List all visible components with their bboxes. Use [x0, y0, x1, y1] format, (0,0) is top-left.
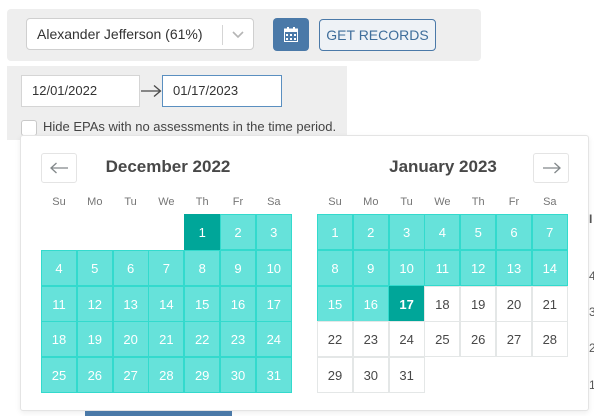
hide-epas-checkbox[interactable]: [21, 120, 37, 136]
weekday-label: Mo: [87, 196, 103, 208]
day-cell-january-8[interactable]: 8: [317, 249, 353, 286]
weekday-label: Th: [195, 196, 209, 208]
day-cell-january-14[interactable]: 14: [531, 249, 568, 286]
day-cell-january-23[interactable]: 23: [352, 321, 389, 358]
day-cell-january-17[interactable]: 17: [388, 285, 425, 322]
day-cell-january-3[interactable]: 3: [388, 214, 425, 250]
weekday-label: Sa: [543, 196, 557, 208]
day-cell-january-21[interactable]: 21: [531, 285, 568, 322]
day-cell-january-7[interactable]: 7: [531, 214, 568, 250]
side-fragment: I: [589, 212, 593, 226]
weekday-label: Su: [52, 196, 66, 208]
day-cell-january-16[interactable]: 16: [352, 285, 389, 322]
day-cell-january-9[interactable]: 9: [352, 249, 389, 286]
day-cell-december-30[interactable]: 30: [220, 357, 256, 394]
day-cell-january-30[interactable]: 30: [352, 357, 389, 394]
toolbar-panel: Alexander Jefferson (61%) GET RECORDS: [7, 9, 481, 61]
day-cell-december-31[interactable]: 31: [255, 357, 292, 394]
day-cell-january-6[interactable]: 6: [496, 214, 532, 250]
month-title-january: January 2023: [389, 157, 497, 176]
day-cell-december-23[interactable]: 23: [220, 321, 256, 358]
start-date-input[interactable]: 12/01/2022: [21, 75, 140, 107]
day-cell-january-27[interactable]: 27: [496, 321, 532, 358]
day-cell-december-12[interactable]: 12: [76, 285, 113, 322]
day-cell-december-2[interactable]: 2: [220, 214, 256, 250]
day-cell-december-16[interactable]: 16: [220, 285, 256, 322]
day-cell-december-28[interactable]: 28: [148, 357, 185, 394]
day-cell-january-15[interactable]: 15: [317, 285, 353, 322]
weekday-label: Mo: [363, 196, 379, 208]
day-cell-january-4[interactable]: 4: [424, 214, 461, 250]
student-select-value: Alexander Jefferson (61%): [37, 26, 203, 42]
day-cell-december-17[interactable]: 17: [255, 285, 292, 322]
day-cell-january-11[interactable]: 11: [424, 249, 461, 286]
weekday-label: Th: [471, 196, 485, 208]
day-cell-january-25[interactable]: 25: [424, 321, 461, 358]
side-fragment: 1: [589, 378, 594, 392]
weekday-label: We: [158, 196, 175, 208]
day-cell-december-15[interactable]: 15: [184, 285, 221, 322]
day-cell-december-22[interactable]: 22: [184, 321, 221, 358]
weekday-label: Tu: [400, 196, 413, 208]
day-cell-december-3[interactable]: 3: [255, 214, 292, 250]
day-cell-december-6[interactable]: 6: [112, 249, 149, 286]
end-date-input[interactable]: 01/17/2023: [162, 75, 282, 107]
day-cell-december-27[interactable]: 27: [112, 357, 149, 394]
weekday-label: Su: [328, 196, 342, 208]
weekday-label: Tu: [124, 196, 137, 208]
day-cell-december-18[interactable]: 18: [41, 321, 77, 358]
day-cell-january-28[interactable]: 28: [531, 321, 568, 358]
day-cell-january-20[interactable]: 20: [496, 285, 532, 322]
day-cell-january-19[interactable]: 19: [460, 285, 497, 322]
day-cell-january-18[interactable]: 18: [424, 285, 461, 322]
day-cell-december-1[interactable]: 1: [184, 214, 221, 250]
side-fragment: 2: [589, 341, 594, 355]
day-cell-january-22[interactable]: 22: [317, 321, 353, 358]
day-cell-january-13[interactable]: 13: [496, 249, 532, 286]
day-cell-december-5[interactable]: 5: [76, 249, 113, 286]
side-fragment: 4: [589, 269, 594, 283]
student-select[interactable]: Alexander Jefferson (61%): [26, 18, 254, 50]
day-cell-january-10[interactable]: 10: [388, 249, 425, 286]
month-title-december: December 2022: [105, 157, 231, 176]
day-cell-december-20[interactable]: 20: [112, 321, 149, 358]
day-cell-december-29[interactable]: 29: [184, 357, 221, 394]
hide-epas-label: Hide EPAs with no assessments in the tim…: [43, 119, 337, 134]
day-cell-december-4[interactable]: 4: [41, 249, 77, 286]
day-cell-december-13[interactable]: 13: [112, 285, 149, 322]
weekday-label: Sa: [267, 196, 281, 208]
calendar-icon: [284, 27, 298, 42]
chevron-down-icon[interactable]: [228, 27, 248, 43]
day-cell-december-7[interactable]: 7: [148, 249, 185, 286]
weekday-label: Fr: [508, 196, 520, 208]
get-records-button[interactable]: GET RECORDS: [319, 19, 436, 51]
day-cell-december-14[interactable]: 14: [148, 285, 185, 322]
side-fragment: 3: [589, 305, 594, 319]
day-cell-december-24[interactable]: 24: [255, 321, 292, 358]
select-separator: [222, 25, 223, 45]
day-cell-december-8[interactable]: 8: [184, 249, 221, 286]
day-cell-january-5[interactable]: 5: [460, 214, 497, 250]
day-cell-december-21[interactable]: 21: [148, 321, 185, 358]
day-cell-december-25[interactable]: 25: [41, 357, 77, 394]
day-cell-january-29[interactable]: 29: [317, 357, 353, 394]
day-cell-january-26[interactable]: 26: [460, 321, 497, 358]
day-cell-january-31[interactable]: 31: [388, 357, 425, 394]
day-cell-december-11[interactable]: 11: [41, 285, 77, 322]
day-cell-december-26[interactable]: 26: [76, 357, 113, 394]
day-cell-january-1[interactable]: 1: [317, 214, 353, 250]
weekday-label: Fr: [232, 196, 244, 208]
day-cell-january-2[interactable]: 2: [352, 214, 389, 250]
calendar-button[interactable]: [273, 18, 309, 51]
submit-button-partial[interactable]: [85, 411, 232, 416]
day-cell-january-12[interactable]: 12: [460, 249, 497, 286]
day-cell-january-24[interactable]: 24: [388, 321, 425, 358]
day-cell-december-19[interactable]: 19: [76, 321, 113, 358]
day-cell-december-10[interactable]: 10: [255, 249, 292, 286]
day-cell-december-9[interactable]: 9: [220, 249, 256, 286]
weekday-label: We: [434, 196, 451, 208]
arrow-right-icon: [141, 85, 162, 97]
